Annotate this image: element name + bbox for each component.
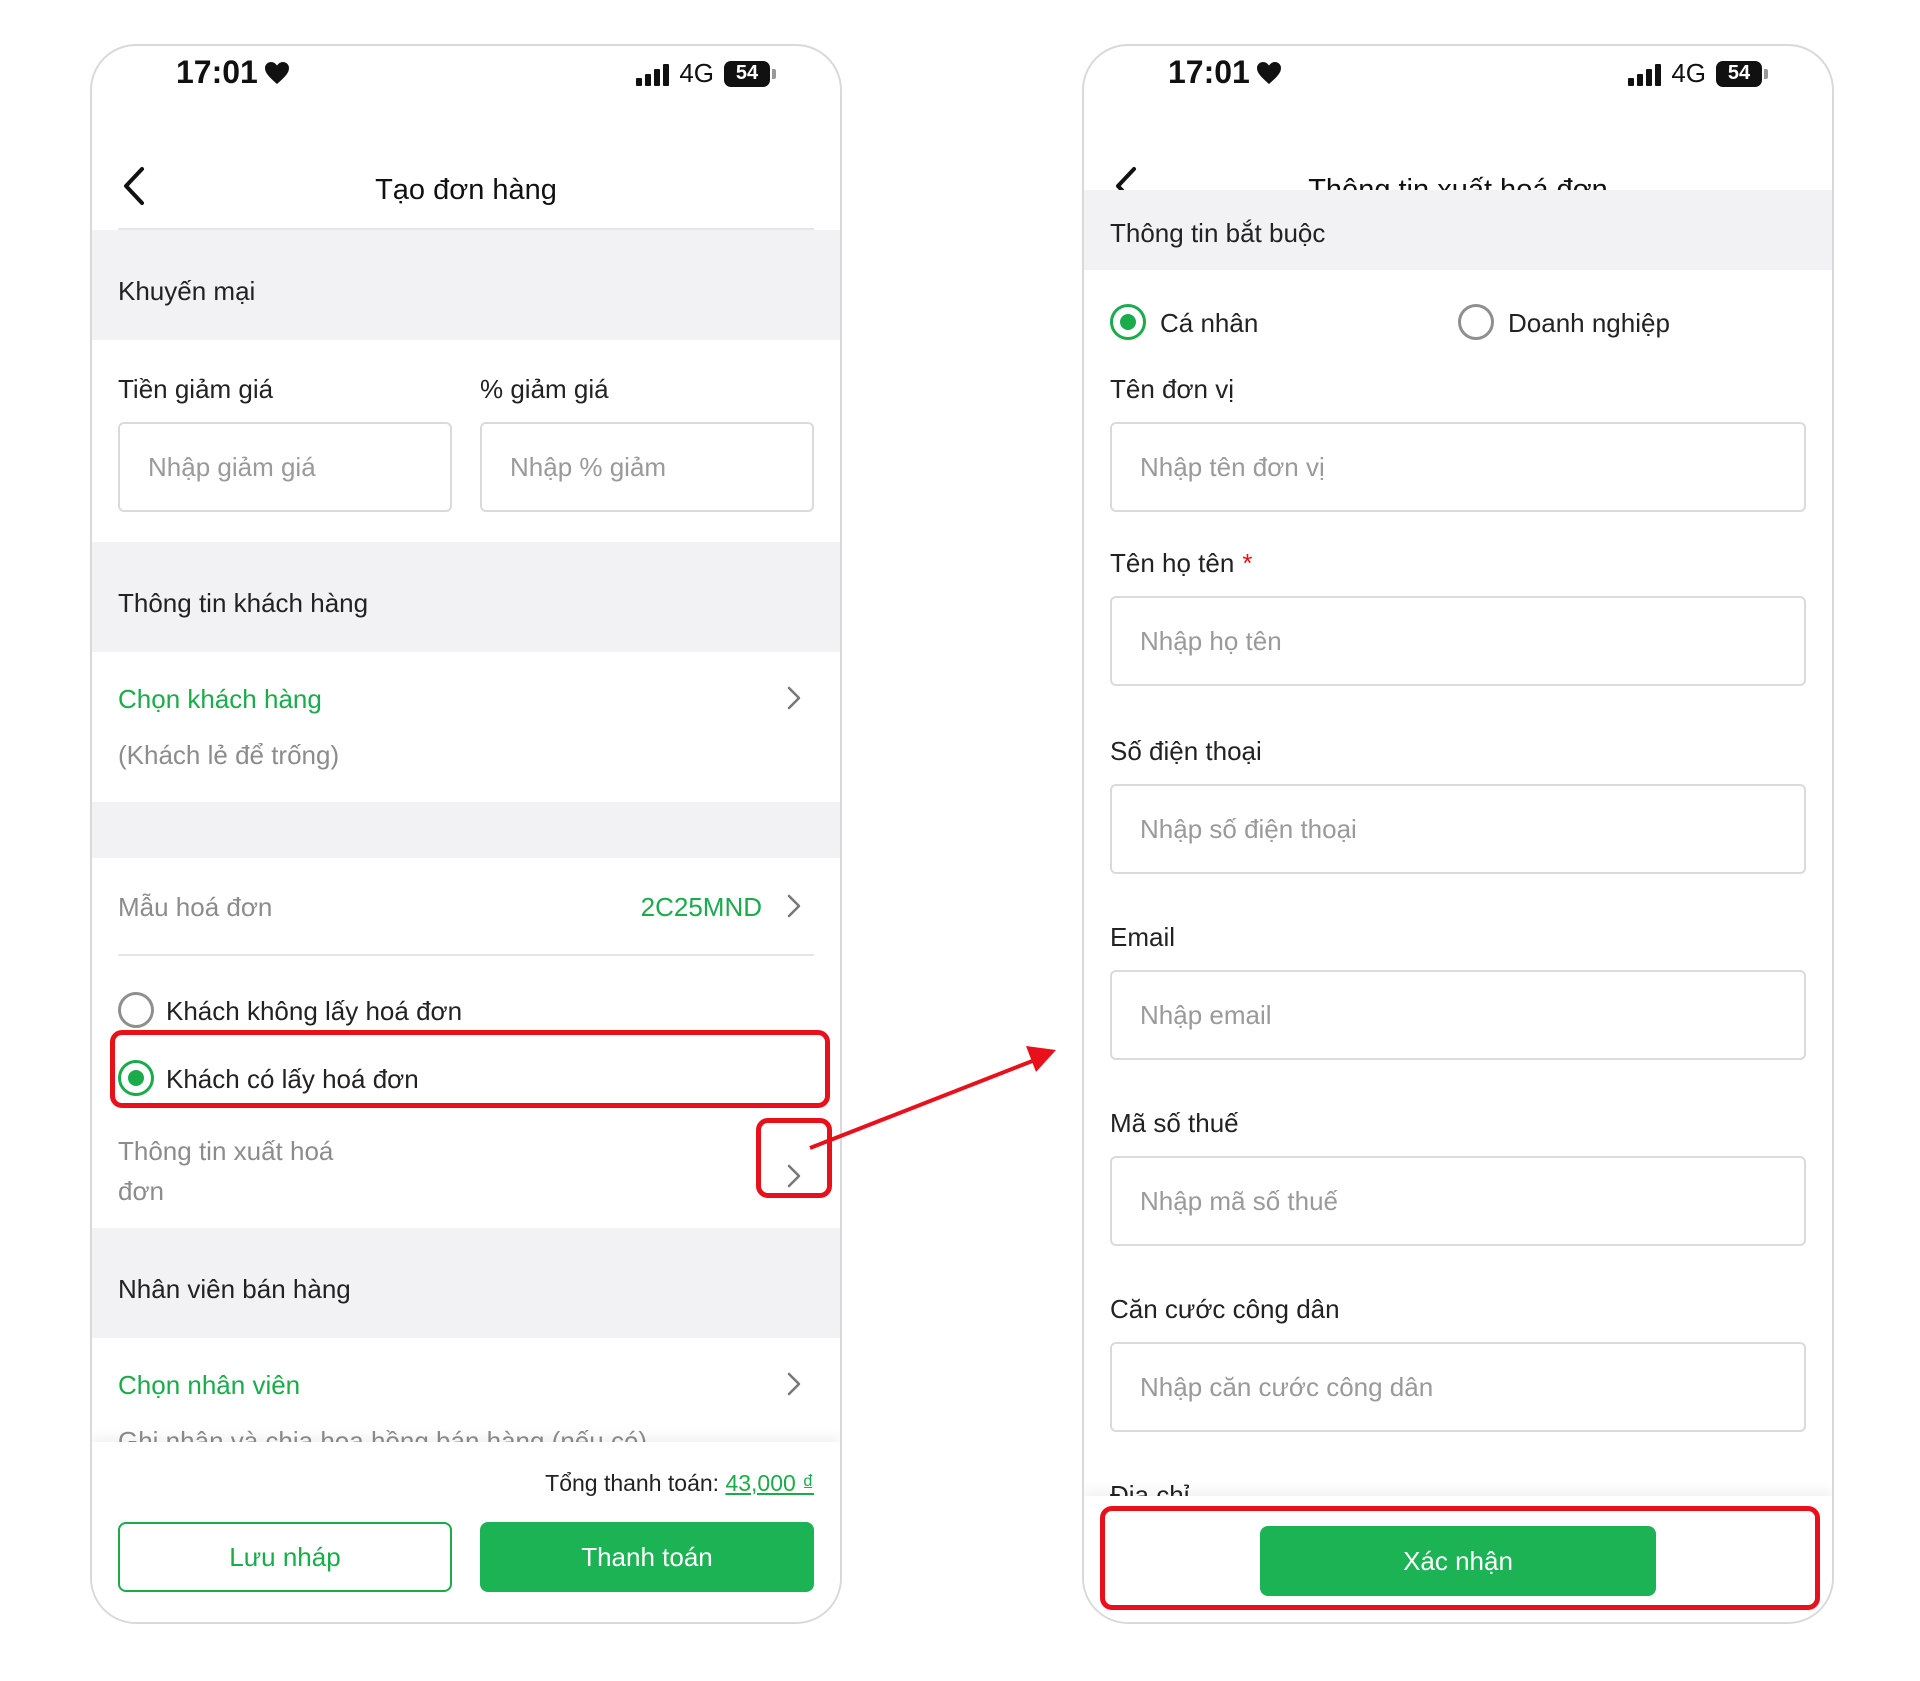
arrow-line — [809, 1056, 1041, 1150]
arrow-head-icon — [1026, 1046, 1056, 1072]
arrow-annotation — [809, 1046, 1056, 1150]
